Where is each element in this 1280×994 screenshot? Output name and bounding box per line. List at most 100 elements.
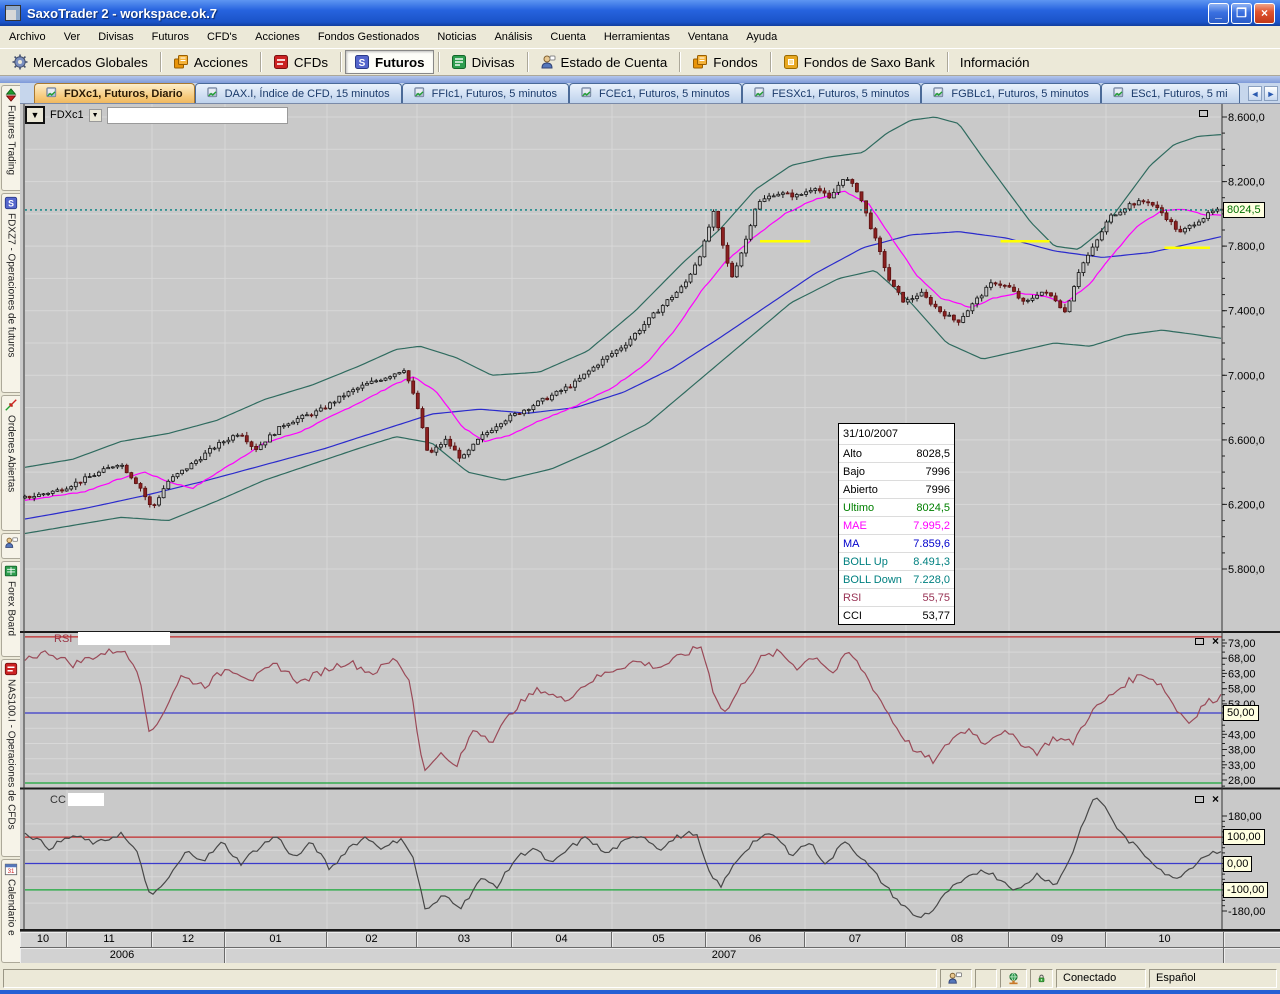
toolbar-button-futuros[interactable]: S Futuros xyxy=(344,50,434,74)
rsi-indicator-inputbox[interactable] xyxy=(78,632,170,645)
year-cell: 2006 xyxy=(20,948,225,963)
fx-icon xyxy=(451,55,466,69)
futures-icon: S xyxy=(4,196,18,210)
tab-chart-icon xyxy=(581,87,592,98)
rsi-level-box: 50,00 xyxy=(1223,705,1259,721)
toolbar-separator xyxy=(946,52,948,72)
menu-item-cuenta[interactable]: Cuenta xyxy=(541,27,594,47)
symbol-dropdown-icon[interactable]: ▼ xyxy=(88,108,102,122)
price-chart-svg: 8.600,0 8.200,0 7.800,0 7.400,0 7.000,0 6.600… xyxy=(20,104,1280,931)
chart-tab-fdxc1[interactable]: FDXc1, Futuros, Diario xyxy=(34,83,195,103)
svg-text:5.800,0: 5.800,0 xyxy=(1228,564,1265,576)
toolbar-button-cfds[interactable]: CFDs xyxy=(265,51,336,73)
chart-tab-esc1[interactable]: ESc1, Futuros, 5 mi xyxy=(1100,83,1240,103)
symbol-input[interactable] xyxy=(106,106,288,124)
month-cell: 09 xyxy=(1009,932,1106,947)
sidebar-tab-forex-board[interactable]: Forex Board xyxy=(1,561,20,657)
tooltip-row-value: 7996 xyxy=(925,483,950,496)
status-bar: Conectado Español xyxy=(0,966,1280,990)
chart-tab-label: FESXc1, Futuros, 5 minutos xyxy=(771,87,910,100)
toolbar-label: Mercados Globales xyxy=(33,54,148,70)
cci-indicator-inputbox[interactable] xyxy=(68,793,104,806)
toolbar-label: CFDs xyxy=(293,54,328,70)
tooltip-row-label: CCI xyxy=(843,609,862,622)
network-icon[interactable] xyxy=(1000,968,1027,988)
toolbar-separator xyxy=(437,52,439,72)
menu-item-ver[interactable]: Ver xyxy=(55,27,90,47)
close-button[interactable]: × xyxy=(1254,2,1275,24)
toolbar-button-informaci-n[interactable]: Información xyxy=(952,52,1038,73)
tab-scroll-right-button[interactable]: ► xyxy=(1264,86,1278,101)
chart-tab-label: ESc1, Futuros, 5 mi xyxy=(1130,87,1228,100)
month-cell: 06 xyxy=(706,932,805,947)
sidebar-tab-label: NAS100.I - Operaciones de CFDs xyxy=(5,679,17,830)
stocks-icon xyxy=(693,55,708,69)
main-pane-restore-button[interactable] xyxy=(1196,107,1211,120)
chart-tab-ffic1[interactable]: FFIc1, Futuros, 5 minutos xyxy=(401,83,569,103)
toolbar-button-mercados-globales[interactable]: Mercados Globales xyxy=(4,51,156,73)
month-cell: 07 xyxy=(805,932,906,947)
tab-scroll-left-button[interactable]: ◄ xyxy=(1248,86,1262,101)
cci-pane-restore-button[interactable] xyxy=(1192,793,1207,806)
sidebar-tab-user[interactable] xyxy=(1,533,20,559)
menu-item-noticias[interactable]: Noticias xyxy=(428,27,485,47)
svg-text:7.000,0: 7.000,0 xyxy=(1228,370,1265,382)
toolbar-button-acciones[interactable]: Acciones xyxy=(165,51,256,73)
chart-tab-dax-i[interactable]: DAX.I, Índice de CFD, 15 minutos xyxy=(194,83,402,103)
chart-tab-label: FCEc1, Futuros, 5 minutos xyxy=(598,87,730,100)
toolbar-label: Divisas xyxy=(471,54,515,70)
restore-button[interactable]: ❒ xyxy=(1231,2,1252,24)
menu-item-ayuda[interactable]: Ayuda xyxy=(737,27,786,47)
toolbar-button-divisas[interactable]: Divisas xyxy=(443,51,523,73)
menu-item-divisas[interactable]: Divisas xyxy=(89,27,142,47)
menu-item-an-lisis[interactable]: Análisis xyxy=(485,27,541,47)
tooltip-row-value: 8.491,3 xyxy=(913,555,950,568)
sidebar-tab-label: Ordenes Abiertas xyxy=(5,415,17,493)
sidebar-tab-futures-trading[interactable]: Futures Trading xyxy=(1,85,20,191)
toolbar-button-fondos-de-saxo-bank[interactable]: Fondos de Saxo Bank xyxy=(775,51,943,73)
rsi-pane-close-button[interactable]: × xyxy=(1208,634,1223,647)
chart-dropdown-button[interactable]: ▼ xyxy=(25,106,45,124)
tooltip-row-value: 55,75 xyxy=(922,591,950,604)
menu-item-ventana[interactable]: Ventana xyxy=(679,27,737,47)
rsi-pane-restore-button[interactable] xyxy=(1192,635,1207,648)
toolbar-button-fondos[interactable]: Fondos xyxy=(684,51,765,73)
chart-tab-fcec1[interactable]: FCEc1, Futuros, 5 minutos xyxy=(568,83,742,103)
cci-pane-close-button[interactable]: × xyxy=(1208,792,1223,805)
cci-level-box: 0,00 xyxy=(1223,856,1253,872)
menu-item-futuros[interactable]: Futuros xyxy=(143,27,198,47)
tooltip-row-mae: MAE 7.995,2 xyxy=(839,516,954,534)
network-icon xyxy=(1009,972,1018,984)
month-cell: 10 xyxy=(20,932,67,947)
tooltip-row-label: Bajo xyxy=(843,465,866,478)
tooltip-row-value: 7.859,6 xyxy=(913,537,950,550)
toolbar-separator xyxy=(526,52,528,72)
tooltip-row-value: 7996 xyxy=(925,465,950,478)
minimize-button[interactable]: _ xyxy=(1208,2,1229,24)
svg-text:8.600,0: 8.600,0 xyxy=(1228,112,1265,124)
toolbar-label: Acciones xyxy=(193,54,248,70)
menu-item-acciones[interactable]: Acciones xyxy=(246,27,309,47)
toolbar-label: Fondos de Saxo Bank xyxy=(803,54,935,70)
sidebar-tab-fdxz7-operaciones-de-futuros[interactable]: S FDXZ7 - Operaciones de futuros xyxy=(1,193,20,393)
sidebar-tab-nas100-i-operaciones-de-cfds[interactable]: NAS100.I - Operaciones de CFDs xyxy=(1,659,20,857)
chart-tab-label: FFIc1, Futuros, 5 minutos xyxy=(431,87,557,100)
chart-tab-fgblc1[interactable]: FGBLc1, Futuros, 5 minutos xyxy=(921,83,1101,103)
toolbar-button-estado-de-cuenta[interactable]: Estado de Cuenta xyxy=(532,51,676,73)
menu-item-herramientas[interactable]: Herramientas xyxy=(595,27,679,47)
chat-user-icon[interactable] xyxy=(940,968,972,988)
month-cell: 11 xyxy=(67,932,152,947)
tab-chart-icon xyxy=(414,87,424,98)
svg-text:68,00: 68,00 xyxy=(1228,653,1256,665)
menu-item-cfd-s[interactable]: CFD's xyxy=(198,27,246,47)
chart-tab-bar: FDXc1, Futuros, Diario DAX.I, Índice de C… xyxy=(20,83,1280,104)
rsi-indicator-label: RSI xyxy=(54,633,73,645)
updown-arrows-icon xyxy=(5,88,17,102)
sidebar-tab-ordenes-abiertas[interactable]: Ordenes Abiertas xyxy=(1,395,20,531)
sidebar-tab-label: Forex Board xyxy=(5,581,17,637)
menu-item-fondos-gestionados[interactable]: Fondos Gestionados xyxy=(309,27,429,47)
sidebar-tab-calendario-e[interactable]: 31 Calendario e xyxy=(1,859,20,963)
menu-item-archivo[interactable]: Archivo xyxy=(0,27,55,47)
language-indicator[interactable]: Español xyxy=(1149,968,1277,988)
chart-tab-fesxc1[interactable]: FESXc1, Futuros, 5 minutos xyxy=(741,83,922,103)
